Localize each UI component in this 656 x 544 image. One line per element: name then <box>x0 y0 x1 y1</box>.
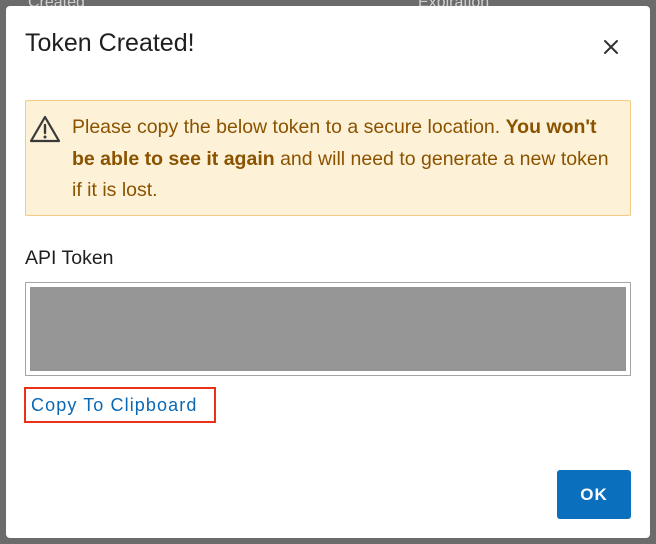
copy-to-clipboard-link[interactable]: Copy To Clipboard <box>24 387 216 423</box>
close-button[interactable] <box>600 36 622 58</box>
warning-text-before: Please copy the below token to a secure … <box>72 116 506 138</box>
close-icon <box>604 40 618 54</box>
ok-button[interactable]: OK <box>557 470 631 519</box>
token-created-dialog: Token Created! Please copy the below tok… <box>6 6 650 538</box>
warning-message: Please copy the below token to a secure … <box>72 112 620 207</box>
dialog-title: Token Created! <box>25 29 195 57</box>
warning-alert: Please copy the below token to a secure … <box>25 100 631 216</box>
api-token-value[interactable] <box>30 287 626 371</box>
api-token-label: API Token <box>25 247 114 269</box>
warning-triangle-icon <box>29 115 61 143</box>
api-token-field[interactable] <box>25 282 631 376</box>
